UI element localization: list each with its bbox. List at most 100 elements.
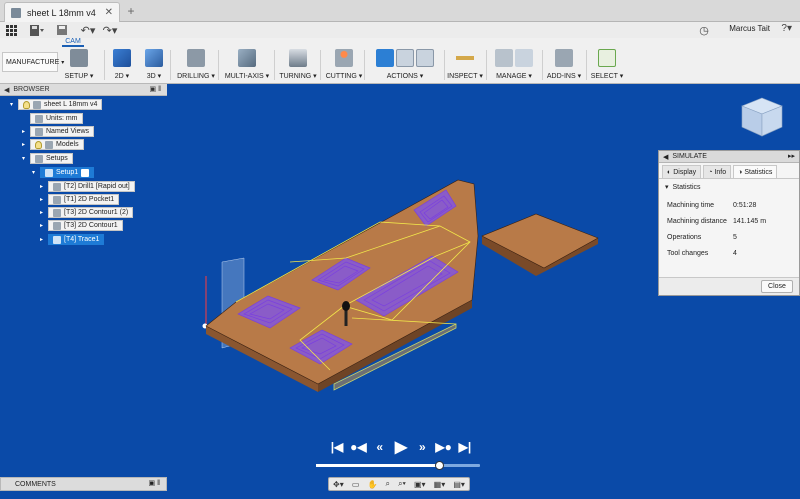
close-tab-icon[interactable]: ✕	[105, 7, 113, 18]
workspace-switcher[interactable]: MANUFACTURE ▾	[2, 52, 64, 72]
step-back-icon[interactable]: «	[371, 440, 389, 454]
divider	[444, 50, 445, 80]
go-to-start-icon[interactable]: |◀	[328, 440, 346, 454]
go-to-end-icon[interactable]: ▶|	[456, 440, 474, 454]
stat-value: 0:51:28	[733, 201, 757, 209]
user-name[interactable]: Marcus Tait	[729, 24, 770, 33]
chevron-down-icon[interactable]: ▾	[10, 101, 18, 108]
tree-item-models[interactable]: ▸ Models	[22, 139, 84, 150]
help-icon[interactable]: ?▾	[781, 23, 792, 34]
collapse-icon[interactable]: ◀	[663, 153, 668, 161]
tab-info[interactable]: ◔ Info	[703, 165, 732, 178]
simulate-header[interactable]: ◀ SIMULATE ▸▸	[659, 151, 799, 163]
pin-icon[interactable]: ▣ ‖	[150, 85, 161, 93]
tree-item-units[interactable]: Units: mm	[22, 113, 83, 124]
tab-statistics[interactable]: ◑ Statistics	[733, 165, 778, 178]
pan-icon[interactable]: ✋	[367, 480, 377, 489]
tab-display[interactable]: ◐ Display	[662, 165, 702, 178]
document-tab[interactable]: sheet L 18mm v4 ✕	[4, 2, 120, 22]
tree-item-operation-selected[interactable]: ▸ [T4] Trace1	[40, 234, 105, 245]
stat-row: Machining distance 141.145 m	[659, 213, 799, 229]
new-tab-button[interactable]: +	[124, 4, 138, 18]
viewports-icon[interactable]: ▤▾	[453, 480, 465, 489]
chevron-down-icon[interactable]: ▾	[22, 155, 30, 162]
tree-item-setups[interactable]: ▾ Setups	[22, 153, 73, 164]
tree-item-operation[interactable]: ▸ [T1] 2D Pocket1	[40, 194, 120, 205]
statistics-section-header[interactable]: ▾ Statistics	[659, 179, 799, 195]
chevron-right-icon[interactable]: ▸	[40, 209, 48, 216]
expand-icon[interactable]: ▸▸	[788, 152, 795, 160]
measure-icon	[456, 49, 474, 67]
2d-group[interactable]: 2D ▾	[110, 48, 134, 82]
tab-label: Info	[714, 168, 727, 176]
play-icon[interactable]: ▶	[392, 437, 410, 457]
tree-item-operation[interactable]: ▸ [T2] Drill1 [Rapid out]	[40, 181, 135, 192]
tree-item-named-views[interactable]: ▸ Named Views	[22, 126, 95, 137]
toolbar-ribbon: CAM MANUFACTURE ▾ SETUP ▾ 2D ▾ 3D ▾ DRILL…	[0, 38, 800, 84]
job-status-icon[interactable]: ◷	[698, 23, 710, 37]
playback-controls: |◀ ●◀ « ▶ » ▶● ▶|	[328, 438, 474, 456]
add-ins-group[interactable]: ADD-INS ▾	[546, 48, 582, 82]
app-grid-icon[interactable]	[4, 23, 18, 37]
title-bar: sheet L 18mm v4 ✕ +	[0, 0, 800, 22]
chevron-down-icon[interactable]: ▾	[32, 169, 40, 176]
chevron-right-icon[interactable]: ▸	[22, 141, 30, 148]
collapse-icon[interactable]: ◀	[4, 86, 9, 94]
display-settings-icon[interactable]: ▣▾	[414, 480, 426, 489]
tree-item-operation[interactable]: ▸ [T3] 2D Contour1 (2)	[40, 207, 134, 218]
redo-icon[interactable]: ↷▾	[100, 23, 120, 37]
3d-group[interactable]: 3D ▾	[142, 48, 166, 82]
undo-icon[interactable]: ↶▾	[78, 23, 98, 37]
tree-item-setup1[interactable]: ▾ Setup1	[32, 167, 95, 178]
inspect-group[interactable]: INSPECT ▾	[447, 48, 483, 82]
visibility-bulb-icon[interactable]	[23, 100, 30, 109]
chevron-right-icon[interactable]: ▸	[40, 222, 48, 229]
zoom-icon[interactable]: ⌕	[386, 479, 390, 489]
comments-panel-header[interactable]: COMMENTS ▣ ‖	[0, 477, 167, 491]
chevron-right-icon[interactable]: ▸	[22, 128, 30, 135]
contour-operation-icon	[53, 208, 61, 217]
chevron-down-icon: ▾	[665, 184, 669, 191]
chevron-right-icon[interactable]: ▸	[40, 236, 48, 243]
playback-timeline[interactable]	[316, 464, 480, 467]
close-button[interactable]: Close	[761, 280, 793, 293]
template-icon	[515, 49, 533, 67]
look-at-icon[interactable]: ▭	[352, 480, 360, 489]
manage-group[interactable]: MANAGE ▾	[490, 48, 538, 82]
browser-header[interactable]: ◀ BROWSER ▣ ‖	[0, 84, 167, 96]
step-forward-icon[interactable]: »	[413, 440, 431, 454]
divider	[542, 50, 543, 80]
previous-operation-icon[interactable]: ●◀	[349, 440, 367, 454]
simulate-tabs: ◐ Display ◔ Info ◑ Statistics	[659, 163, 799, 179]
tree-item-operation[interactable]: ▸ [T3] 2D Contour1	[40, 220, 123, 231]
divider	[104, 50, 105, 80]
drilling-group[interactable]: DRILLING ▾	[176, 48, 216, 82]
turning-group[interactable]: TURNING ▾	[278, 48, 318, 82]
save-icon[interactable]	[56, 23, 68, 37]
tree-label: [T4] Trace1	[64, 236, 100, 243]
grid-icon[interactable]: ▦▾	[434, 480, 446, 489]
setup-group[interactable]: SETUP ▾	[64, 48, 94, 82]
view-cube[interactable]	[740, 96, 784, 138]
chevron-right-icon[interactable]: ▸	[40, 183, 48, 190]
file-menu-icon[interactable]	[28, 23, 46, 37]
next-operation-icon[interactable]: ▶●	[435, 440, 453, 454]
chevron-right-icon[interactable]: ▸	[40, 196, 48, 203]
select-group[interactable]: SELECT ▾	[590, 48, 624, 82]
actions-group[interactable]: ACTIONS ▾	[368, 48, 442, 82]
info-icon: ◔	[708, 168, 713, 176]
zoom-window-icon[interactable]: ⌕▾	[398, 479, 406, 489]
setup-sheet-icon	[416, 49, 434, 67]
visibility-bulb-icon[interactable]	[35, 140, 42, 149]
pin-icon[interactable]: ▣ ‖	[149, 479, 160, 487]
plate-top	[481, 213, 599, 269]
tree-root[interactable]: ▾ sheet L 18mm v4	[10, 99, 103, 110]
timeline-slider-handle[interactable]	[434, 461, 444, 470]
multi-axis-group[interactable]: MULTI-AXIS ▾	[222, 48, 272, 82]
document-icon	[11, 7, 21, 18]
drill-operation-icon	[53, 182, 61, 191]
orbit-icon[interactable]: ✥▾	[333, 480, 344, 489]
cutting-group[interactable]: CUTTING ▾	[324, 48, 364, 82]
cutting-icon	[335, 49, 353, 67]
tab-cam[interactable]: CAM	[62, 38, 84, 47]
